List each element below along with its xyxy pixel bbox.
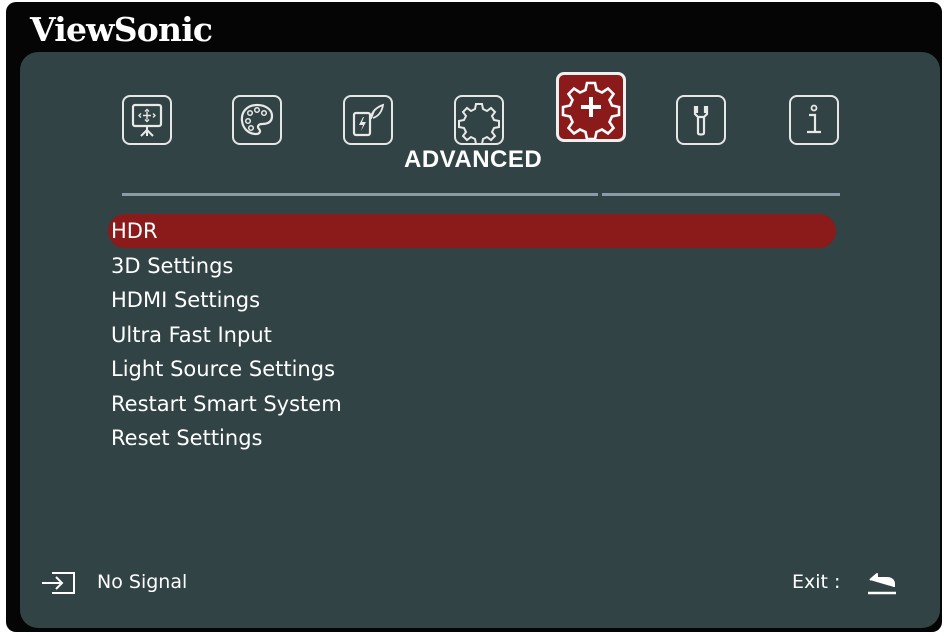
exit-label: Exit : — [792, 571, 841, 593]
menu-item-light-source-settings[interactable]: Light Source Settings — [108, 352, 342, 387]
menu-item-reset-settings[interactable]: Reset Settings — [108, 421, 342, 456]
tab-advanced[interactable] — [556, 72, 626, 142]
display-icon — [131, 103, 163, 137]
brand-logo: ViewSonic — [30, 10, 213, 49]
menu-item-restart-smart-system[interactable]: Restart Smart System — [108, 387, 342, 422]
tab-settings[interactable] — [676, 95, 726, 145]
signal-status: No Signal — [97, 571, 188, 593]
gear-icon — [458, 103, 500, 143]
return-arrow-icon[interactable] — [866, 572, 898, 596]
menu-item-3d-settings[interactable]: 3D Settings — [108, 249, 342, 284]
section-title: ADVANCED — [404, 146, 543, 173]
divider-gap — [598, 192, 602, 197]
menu-item-hdr[interactable]: HDR — [108, 214, 835, 249]
tab-divider — [122, 193, 840, 196]
advanced-gear-plus-icon — [561, 81, 621, 139]
status-bar: No Signal Exit : — [0, 560, 944, 604]
tab-color[interactable] — [232, 95, 282, 145]
tab-power[interactable] — [343, 95, 393, 145]
info-icon — [807, 104, 821, 134]
palette-icon — [240, 103, 274, 136]
tab-basic[interactable] — [454, 95, 504, 145]
power-eco-icon — [352, 103, 385, 137]
tab-information[interactable] — [789, 95, 839, 145]
menu-item-ultra-fast-input[interactable]: Ultra Fast Input — [108, 318, 342, 353]
input-source-icon — [42, 572, 75, 594]
menu-list: HDR 3D Settings HDMI Settings Ultra Fast… — [108, 214, 835, 456]
wrench-icon — [693, 106, 709, 136]
menu-item-hdmi-settings[interactable]: HDMI Settings — [108, 283, 342, 318]
tab-display[interactable] — [122, 95, 172, 145]
